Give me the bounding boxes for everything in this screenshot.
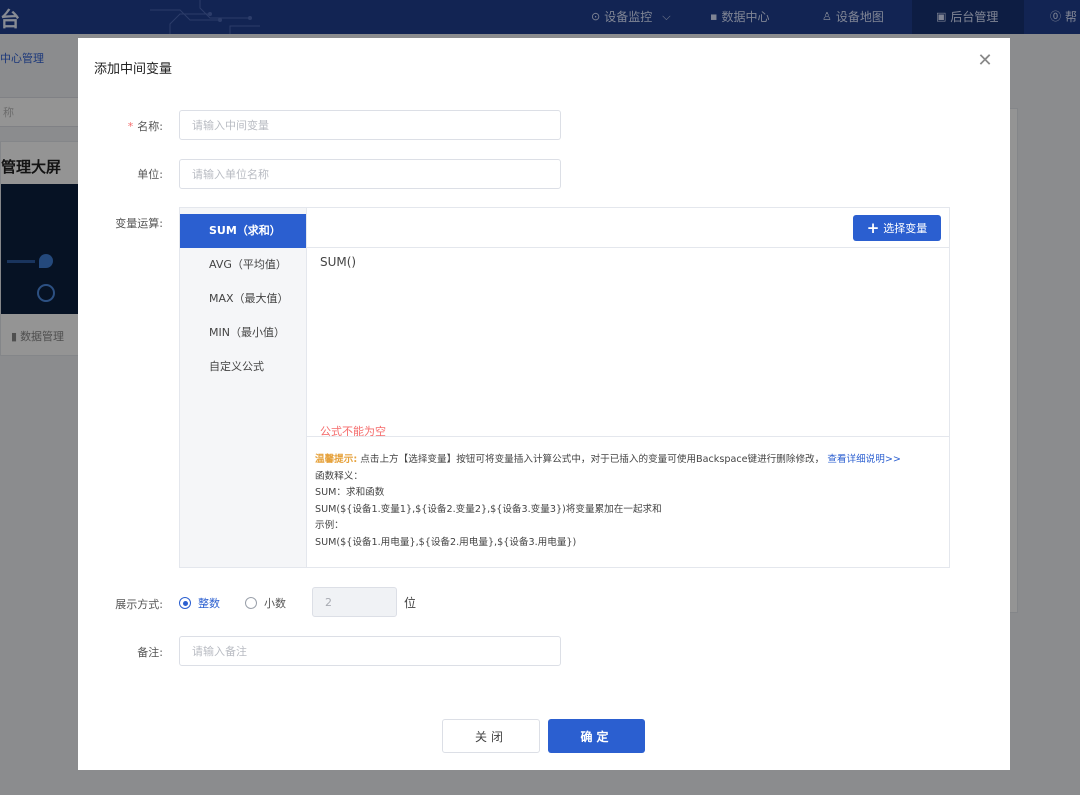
radio-decimal-label: 小数 (264, 597, 286, 610)
formula-text[interactable]: SUM() (320, 255, 356, 269)
formula-hint: 温馨提示: 点击上方【选择变量】按钮可将变量插入计算公式中，对于已插入的变量可使… (307, 436, 949, 567)
operation-label: 变量运算: (115, 217, 163, 230)
decimal-places-input[interactable] (312, 587, 397, 617)
dialog-title: 添加中间变量 (94, 62, 173, 77)
function-sum[interactable]: SUM（求和） (180, 214, 306, 248)
radio-dot (179, 597, 191, 609)
close-button[interactable]: 关闭 (442, 719, 540, 753)
add-variable-dialog: 添加中间变量 ✕ *名称: 单位: 变量运算: SUM（求和） AVG（平均值）… (78, 38, 1010, 770)
function-min[interactable]: MIN（最小值） (180, 316, 306, 350)
function-avg[interactable]: AVG（平均值） (180, 248, 306, 282)
name-input[interactable] (179, 110, 561, 140)
function-list: SUM（求和） AVG（平均值） MAX（最大值） MIN（最小值） 自定义公式 (180, 208, 307, 567)
radio-dot (245, 597, 257, 609)
hint-first-line: 温馨提示: 点击上方【选择变量】按钮可将变量插入计算公式中，对于已插入的变量可使… (315, 452, 949, 469)
hint-line: SUM(${设备1.变量1},${设备2.变量2},${设备3.变量3})将变量… (315, 503, 662, 515)
remark-input[interactable] (179, 636, 561, 666)
hint-warn-label: 温馨提示: (315, 454, 358, 465)
function-custom[interactable]: 自定义公式 (180, 350, 306, 384)
formula-editor: SUM（求和） AVG（平均值） MAX（最大值） MIN（最小值） 自定义公式… (179, 207, 950, 568)
name-label: * 名称: (127, 120, 163, 133)
radio-integer-label: 整数 (198, 597, 220, 610)
hint-detail-link[interactable]: 查看详细说明>> (827, 454, 901, 465)
hint-line: 函数释义： (315, 470, 363, 482)
select-variable-button[interactable]: + 选择变量 (853, 215, 941, 241)
select-variable-label: 选择变量 (883, 222, 928, 235)
display-label: 展示方式: (115, 598, 163, 611)
formula-panel: + 选择变量 SUM() 公式不能为空 温馨提示: 点击上方【选择变量】按钮可将… (307, 208, 949, 567)
function-max[interactable]: MAX（最大值） (180, 282, 306, 316)
formula-toolbar: + 选择变量 (307, 208, 949, 248)
unit-label: 单位: (137, 168, 163, 181)
radio-decimal[interactable]: 小数 (245, 595, 286, 611)
radio-integer[interactable]: 整数 (179, 595, 220, 611)
hint-text: 点击上方【选择变量】按钮可将变量插入计算公式中，对于已插入的变量可使用Backs… (360, 454, 825, 465)
plus-icon: + (866, 219, 880, 237)
unit-input[interactable] (179, 159, 561, 189)
decimal-places-unit: 位 (404, 596, 417, 610)
confirm-button[interactable]: 确定 (548, 719, 645, 753)
hint-line: 示例： (315, 520, 344, 531)
remark-label: 备注: (137, 646, 163, 659)
hint-line: SUM：求和函数 (315, 487, 385, 498)
close-icon[interactable]: ✕ (976, 52, 994, 72)
hint-line: SUM(${设备1.用电量},${设备2.用电量},${设备3.用电量}) (315, 536, 577, 548)
